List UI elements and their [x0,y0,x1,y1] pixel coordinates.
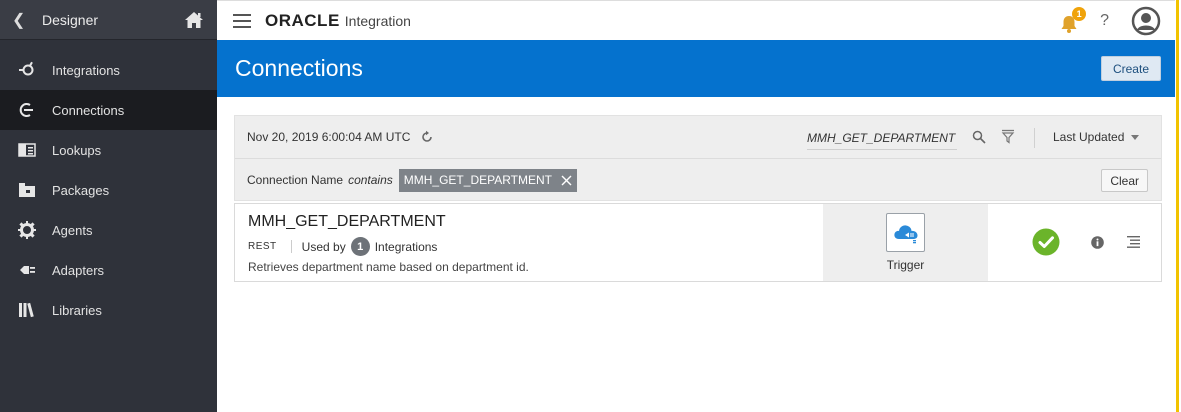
sidebar: ❮ Designer Integrations Connections Look… [0,0,217,412]
search-icon[interactable] [972,130,986,144]
sort-dropdown[interactable]: Last Updated [1053,130,1140,144]
sidebar-item-connections[interactable]: Connections [0,90,217,130]
sort-label: Last Updated [1053,130,1125,144]
help-icon[interactable]: ? [1100,12,1109,30]
sidebar-item-lookups[interactable]: Lookups [0,130,217,170]
filter-toolbar: Nov 20, 2019 6:00:04 AM UTC Last Updated [235,116,1161,159]
libraries-icon [18,301,36,319]
sidebar-item-label: Libraries [52,302,102,318]
connection-role-cell: Trigger [823,204,988,281]
cloud-trigger-icon [893,224,917,243]
active-filter-row: Connection Name contains MMH_GET_DEPARTM… [235,159,1161,201]
top-bar: ORACLE Integration 1 ? [217,0,1175,40]
window-edge-highlight [1175,0,1181,412]
adapters-icon [18,261,36,279]
meta-divider [290,240,292,253]
sidebar-item-libraries[interactable]: Libraries [0,290,217,330]
sidebar-nav: Integrations Connections Lookups Package… [0,50,217,330]
sidebar-item-label: Integrations [52,62,120,78]
filter-chip-label: MMH_GET_DEPARTMENT [403,173,553,187]
used-by-prefix: Used by [301,239,346,254]
list-item[interactable]: MMH_GET_DEPARTMENT REST Used by 1 Integr… [234,203,1162,282]
sidebar-item-adapters[interactable]: Adapters [0,250,217,290]
sidebar-item-integrations[interactable]: Integrations [0,50,217,90]
sidebar-item-label: Adapters [52,262,105,278]
sidebar-title: Designer [42,11,99,28]
actions-menu-icon[interactable] [1127,236,1140,248]
create-button[interactable]: Create [1100,56,1161,81]
search-input[interactable] [807,130,957,145]
top-bar-actions: 1 ? [1058,6,1161,36]
chevron-left-icon[interactable]: ❮ [12,10,30,30]
sidebar-item-agents[interactable]: Agents [0,210,217,250]
sidebar-item-label: Lookups [52,142,102,158]
page-header: Connections Create [217,40,1175,97]
connection-description: Retrieves department name based on depar… [248,260,529,274]
connections-icon [18,101,36,119]
toolbar-divider [1034,128,1035,148]
search-field [807,126,957,150]
connection-role-label: Trigger [886,258,925,272]
refresh-icon[interactable] [420,130,434,144]
clear-filters-button[interactable]: Clear [1101,169,1148,192]
chevron-down-icon [1131,134,1140,140]
agents-icon [18,221,36,239]
connection-name-link[interactable]: MMH_GET_DEPARTMENT [248,213,446,231]
sidebar-item-packages[interactable]: Packages [0,170,217,210]
sidebar-header: ❮ Designer [0,0,217,40]
home-icon[interactable] [183,9,205,31]
connection-meta: REST Used by 1 Integrations [248,237,437,256]
filter-operator-label: contains [348,173,393,187]
status-configured-check-icon [1032,228,1060,256]
connection-type: REST [248,241,277,252]
filter-field-label: Connection Name [247,173,344,187]
brand-logo: ORACLE [265,10,340,30]
filter-icon[interactable] [1001,129,1015,144]
sidebar-item-label: Connections [52,102,125,118]
packages-icon [18,181,36,199]
hamburger-menu-icon[interactable] [233,13,251,28]
rest-adapter-tile[interactable] [886,213,925,252]
product-name: Integration [344,12,411,29]
info-icon[interactable] [1091,236,1104,249]
close-icon[interactable] [561,175,572,186]
sidebar-item-label: Agents [52,222,93,238]
main-content: Nov 20, 2019 6:00:04 AM UTC Last Updated [217,97,1175,412]
used-by-count-badge[interactable]: 1 [350,237,370,256]
filter-panel: Nov 20, 2019 6:00:04 AM UTC Last Updated [234,115,1162,201]
sidebar-item-label: Packages [52,182,110,198]
used-by-suffix: Integrations [374,239,438,254]
integrations-icon [18,61,36,79]
notification-count-badge: 1 [1072,7,1087,21]
filter-chip: MMH_GET_DEPARTMENT [398,168,578,192]
last-refreshed-timestamp: Nov 20, 2019 6:00:04 AM UTC [247,130,411,144]
lookups-icon [18,141,36,159]
user-avatar-icon[interactable] [1131,6,1161,36]
page-title: Connections [235,55,363,81]
notifications-button[interactable]: 1 [1058,7,1087,33]
